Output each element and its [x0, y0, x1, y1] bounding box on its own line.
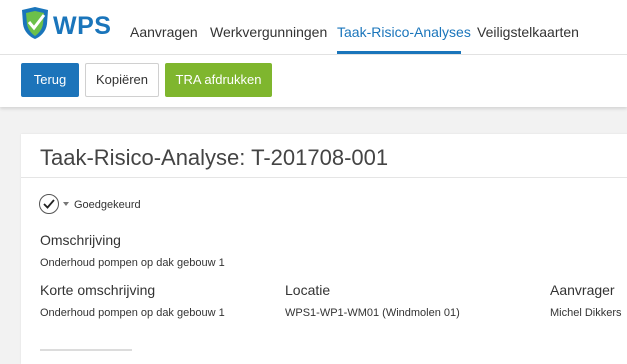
nav-item-taak-risico-analyses[interactable]: Taak-Risico-Analyses — [337, 24, 471, 40]
copy-button[interactable]: Kopiëren — [85, 63, 159, 97]
status-badge: Goedgekeurd — [74, 199, 141, 211]
top-navbar: WPS Aanvragen Werkvergunningen Taak-Risi… — [0, 0, 627, 55]
omschrijving-value: Onderhoud pompen op dak gebouw 1 — [40, 257, 225, 269]
korte-omschrijving-label: Korte omschrijving — [40, 282, 156, 298]
locatie-value: WPS1-WP1-WM01 (Windmolen 01) — [285, 307, 460, 319]
aanvrager-label: Aanvrager — [550, 282, 615, 298]
print-tra-button[interactable]: TRA afdrukken — [165, 63, 272, 97]
korte-omschrijving-value: Onderhoud pompen op dak gebouw 1 — [40, 307, 225, 319]
nav-item-werkvergunningen[interactable]: Werkvergunningen — [210, 24, 327, 40]
back-button[interactable]: Terug — [21, 63, 79, 97]
page-title: Taak-Risico-Analyse: T-201708-001 — [40, 145, 389, 170]
brand-name: WPS — [53, 12, 112, 40]
tra-detail-card: Taak-Risico-Analyse: T-201708-001 Goedge… — [21, 134, 627, 364]
action-toolbar: Terug Kopiëren TRA afdrukken — [0, 55, 627, 107]
title-divider — [21, 177, 627, 178]
aanvrager-value: Michel Dikkers — [550, 307, 622, 319]
shield-logo-icon — [22, 7, 48, 39]
omschrijving-label: Omschrijving — [40, 232, 121, 248]
status-check-icon[interactable] — [39, 194, 59, 214]
checkmark-icon — [43, 199, 55, 209]
active-tab-indicator — [337, 51, 461, 54]
nav-item-veiligstelkaarten[interactable]: Veiligstelkaarten — [477, 24, 579, 40]
wps-logo[interactable]: WPS — [20, 6, 112, 46]
locatie-label: Locatie — [285, 282, 331, 298]
nav-item-aanvragen[interactable]: Aanvragen — [130, 24, 198, 40]
status-dropdown-caret-icon[interactable] — [63, 202, 69, 206]
